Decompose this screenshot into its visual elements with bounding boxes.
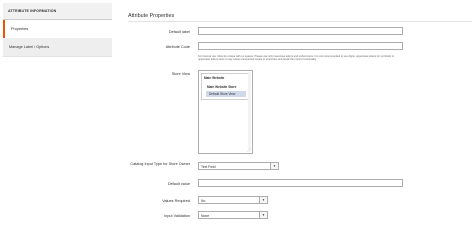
default-value-input[interactable] [198,179,403,187]
scope-website-option[interactable]: Main Website [204,76,224,80]
sidebar-item-properties[interactable]: Properties [3,20,112,39]
main-content: Attribute Properties Default label Attri… [112,0,474,224]
values-required-select[interactable]: No ▾ [198,196,268,204]
section-divider [128,21,472,22]
attribute-code-input[interactable] [198,42,403,50]
default-label-label: Default label [168,30,190,34]
section-title: Attribute Properties [128,13,175,19]
chevron-down-icon: ▾ [270,163,278,169]
scope-view-option[interactable]: Default Store View [206,91,246,97]
chevron-down-icon: ▾ [259,197,267,203]
sidebar: ATTRIBUTE INFORMATION Properties Manage … [0,0,112,224]
resize-grip-icon[interactable]: ⋰ [247,148,251,152]
scope-store-option[interactable]: Main Website Store [207,85,236,89]
catalog-input-type-select[interactable]: Text Field ▾ [198,162,279,170]
values-required-label: Values Required [162,199,190,203]
input-validation-value: None [201,213,210,218]
attribute-code-note: For internal use. Must be unique with no… [198,55,395,62]
default-value-label: Default value [167,182,190,186]
values-required-value: No [201,198,206,203]
store-view-scrollbar[interactable] [248,72,251,152]
store-view-multiselect[interactable]: Main Website Main Website Store Default … [198,70,253,154]
attribute-code-label: Attribute Code [165,45,190,49]
chevron-down-icon: ▾ [259,212,267,218]
store-view-list: Main Website Main Website Store Default … [201,73,250,100]
catalog-input-type-label: Catalog Input Type for Store Owner [130,162,190,166]
sidebar-item-manage-labels[interactable]: Manage Label / Options [3,38,112,57]
input-validation-select[interactable]: None ▾ [198,211,268,219]
store-view-label: Store View [171,72,190,76]
catalog-input-type-value: Text Field [201,164,216,169]
sidebar-title: ATTRIBUTE INFORMATION [3,3,112,20]
input-validation-label: Input Validation [164,214,190,218]
default-label-input[interactable] [198,27,403,35]
